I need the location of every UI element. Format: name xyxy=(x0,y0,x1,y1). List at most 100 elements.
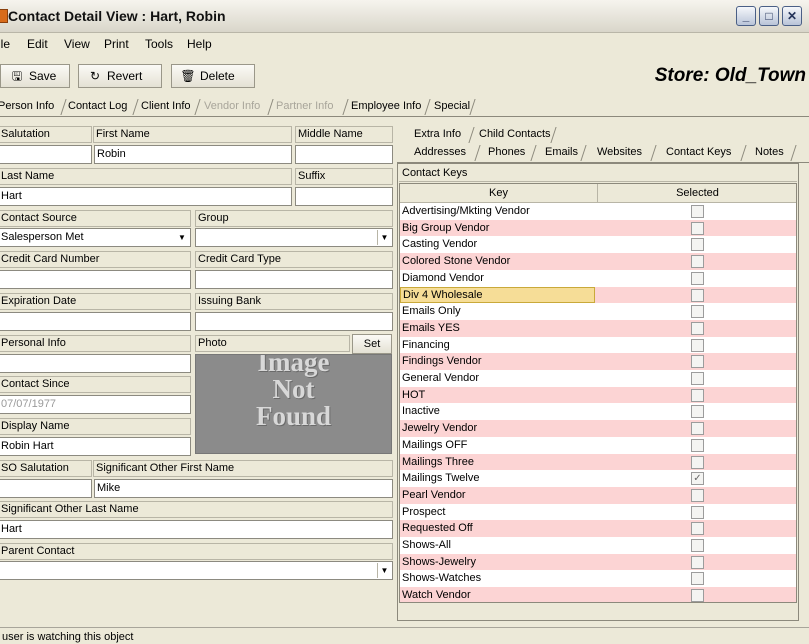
selected-checkbox[interactable] xyxy=(691,355,704,369)
selected-checkbox[interactable] xyxy=(691,505,704,519)
parent-contact-select[interactable]: ▼ xyxy=(0,561,393,580)
tab-special[interactable]: Special xyxy=(434,100,470,112)
table-row[interactable]: Div 4 Wholesale xyxy=(400,286,796,304)
tab-child-contacts[interactable]: Child Contacts xyxy=(479,128,551,140)
selected-checkbox[interactable] xyxy=(691,271,704,285)
column-header-key[interactable]: Key xyxy=(400,184,598,203)
selected-checkbox[interactable] xyxy=(691,205,704,218)
cc-number-field[interactable] xyxy=(0,270,191,289)
table-row[interactable]: Advertising/Mkting Vendor xyxy=(400,203,796,220)
selected-checkbox[interactable] xyxy=(691,238,704,252)
selected-checkbox[interactable] xyxy=(691,405,704,419)
so-salutation-field[interactable] xyxy=(0,479,92,498)
save-button[interactable]: 🖫 Save xyxy=(0,64,70,88)
table-row[interactable]: Shows-All xyxy=(400,537,796,554)
table-row[interactable]: Shows-Jewelry xyxy=(400,553,796,571)
selected-checkbox[interactable] xyxy=(691,338,704,352)
table-row[interactable]: Financing xyxy=(400,337,796,354)
personal-info-field[interactable] xyxy=(0,354,191,373)
contact-source-select[interactable]: Salesperson Met ▼ xyxy=(0,228,191,247)
table-row[interactable]: General Vendor xyxy=(400,370,796,387)
selected-checkbox[interactable] xyxy=(691,438,704,452)
selected-checkbox[interactable] xyxy=(691,522,704,536)
selected-checkbox[interactable] xyxy=(691,488,704,502)
delete-button[interactable]: 🗑 Delete xyxy=(171,64,255,88)
table-row[interactable]: Shows-Watches xyxy=(400,570,796,587)
table-row[interactable]: Big Group Vendor xyxy=(400,219,796,237)
first-name-field[interactable]: Robin xyxy=(94,145,292,164)
selected-checkbox[interactable] xyxy=(691,555,704,569)
selected-checkbox[interactable] xyxy=(691,305,704,319)
set-photo-button[interactable]: Set xyxy=(352,334,392,354)
selected-checkbox[interactable] xyxy=(691,422,704,436)
selected-checkbox[interactable] xyxy=(691,321,704,335)
tab-notes[interactable]: Notes xyxy=(755,146,784,158)
table-row[interactable]: Requested Off xyxy=(400,520,796,537)
display-name-field[interactable]: Robin Hart xyxy=(0,437,191,456)
table-row[interactable]: Emails YES xyxy=(400,319,796,337)
table-row[interactable]: Pearl Vendor xyxy=(400,486,796,504)
table-row[interactable]: Mailings OFF xyxy=(400,437,796,454)
cc-type-field[interactable] xyxy=(195,270,393,289)
tab-contact-log[interactable]: Contact Log xyxy=(68,100,127,112)
table-row[interactable]: Colored Stone Vendor xyxy=(400,253,796,270)
table-row[interactable]: Casting Vendor xyxy=(400,236,796,253)
issuing-bank-field[interactable] xyxy=(195,312,393,331)
tab-client-info[interactable]: Client Info xyxy=(141,100,191,112)
table-row[interactable]: Mailings Three xyxy=(400,453,796,471)
selected-checkbox[interactable]: ✓ xyxy=(691,472,704,486)
key-cell: HOT xyxy=(402,388,426,401)
table-row[interactable]: Prospect xyxy=(400,504,796,521)
tab-contact-keys[interactable]: Contact Keys xyxy=(666,146,731,158)
selected-checkbox[interactable] xyxy=(691,255,704,269)
menu-file[interactable]: ile xyxy=(0,37,10,51)
menu-tools[interactable]: Tools xyxy=(145,37,173,51)
chevron-down-icon[interactable]: ▼ xyxy=(377,230,391,245)
expiration-date-field[interactable] xyxy=(0,312,191,331)
chevron-down-icon[interactable]: ▼ xyxy=(175,230,189,245)
selected-checkbox[interactable] xyxy=(691,388,704,402)
selected-checkbox[interactable] xyxy=(691,288,704,302)
tab-partner-info[interactable]: Partner Info xyxy=(276,100,333,112)
selected-checkbox[interactable] xyxy=(691,539,704,552)
minimize-icon[interactable]: _ xyxy=(736,6,756,26)
maximize-icon[interactable]: □ xyxy=(759,6,779,26)
tab-extra-info[interactable]: Extra Info xyxy=(414,128,461,140)
menu-view[interactable]: View xyxy=(64,37,90,51)
chevron-down-icon[interactable]: ▼ xyxy=(377,563,391,578)
menu-help[interactable]: Help xyxy=(187,37,212,51)
selected-checkbox[interactable] xyxy=(691,221,704,235)
selected-checkbox[interactable] xyxy=(691,589,704,602)
selected-checkbox[interactable] xyxy=(691,372,704,385)
salutation-field[interactable] xyxy=(0,145,92,164)
middle-name-field[interactable] xyxy=(295,145,393,164)
selected-checkbox[interactable] xyxy=(691,455,704,469)
so-first-name-field[interactable]: Mike xyxy=(94,479,393,498)
tab-addresses[interactable]: Addresses xyxy=(414,146,466,158)
menu-edit[interactable]: Edit xyxy=(27,37,48,51)
selected-checkbox[interactable] xyxy=(691,572,704,586)
contact-since-field[interactable]: 07/07/1977 xyxy=(0,395,191,414)
so-last-name-field[interactable]: Hart xyxy=(0,520,393,539)
revert-button[interactable]: ↻ Revert xyxy=(78,64,162,88)
group-select[interactable]: ▼ xyxy=(195,228,393,247)
tab-phones[interactable]: Phones xyxy=(488,146,525,158)
table-row[interactable]: Watch Vendor xyxy=(400,587,796,602)
table-row[interactable]: Emails Only xyxy=(400,303,796,320)
last-name-field[interactable]: Hart xyxy=(0,187,292,206)
tab-employee-info[interactable]: Employee Info xyxy=(351,100,421,112)
tab-websites[interactable]: Websites xyxy=(597,146,642,158)
menu-print[interactable]: Print xyxy=(104,37,129,51)
suffix-field[interactable] xyxy=(295,187,393,206)
table-row[interactable]: Jewelry Vendor xyxy=(400,420,796,437)
column-header-selected[interactable]: Selected xyxy=(598,184,796,203)
tab-vendor-info[interactable]: Vendor Info xyxy=(204,100,260,112)
table-row[interactable]: HOT xyxy=(400,386,796,404)
table-row[interactable]: Findings Vendor xyxy=(400,353,796,370)
table-row[interactable]: Inactive xyxy=(400,403,796,420)
table-row[interactable]: Diamond Vendor xyxy=(400,270,796,287)
close-icon[interactable]: ✕ xyxy=(782,6,802,26)
tab-emails[interactable]: Emails xyxy=(545,146,578,158)
table-row[interactable]: Mailings Twelve ✓ xyxy=(400,470,796,487)
tab-person-info[interactable]: Person Info xyxy=(0,100,54,112)
